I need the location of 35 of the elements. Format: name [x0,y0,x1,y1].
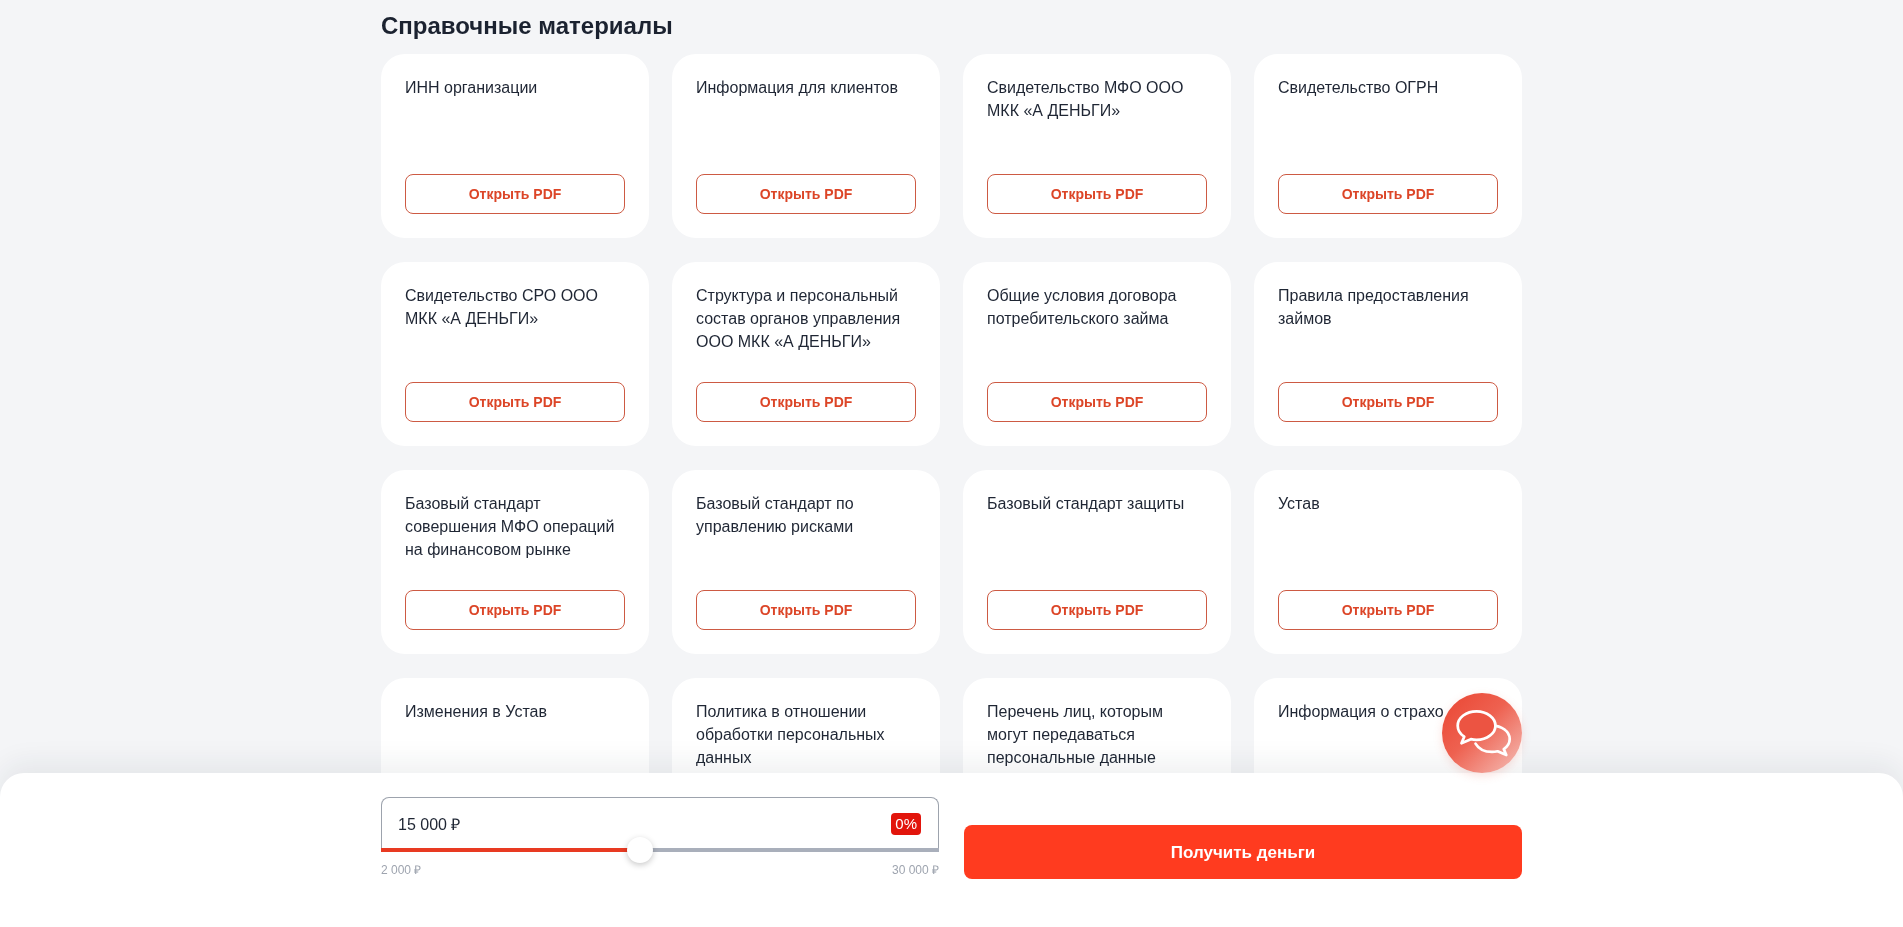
get-money-button[interactable]: Получить деньги [964,825,1522,879]
document-title: Перечень лиц, которым могут передаваться персональные данные [987,702,1164,768]
open-pdf-button[interactable]: Открыть PDF [1278,174,1498,214]
open-pdf-button[interactable]: Открыть PDF [696,382,916,422]
open-pdf-button[interactable]: Открыть PDF [696,174,916,214]
open-pdf-button[interactable]: Открыть PDF [696,590,916,630]
open-pdf-button[interactable]: Открыть PDF [405,382,625,422]
slider-thumb[interactable] [626,837,653,863]
document-title: Устав [1278,494,1320,514]
document-title: ИНН организации [405,78,538,98]
document-title: Политика в отношении обработки персональных данных [696,702,886,768]
document-title: Структура и персональный состав органов управления ООО МКК «А ДЕНЬГИ» [696,286,902,352]
document-title: Базовый стандарт совершения МФО операций на финансовом рынке [405,494,616,560]
open-pdf-button[interactable]: Открыть PDF [405,174,625,214]
open-pdf-button[interactable]: Открыть PDF [987,382,1207,422]
document-title: Свидетельство ОГРН [1278,78,1439,98]
open-pdf-button[interactable]: Открыть PDF [405,590,625,630]
document-title: Общие условия договора потребительского займа [987,286,1178,329]
document-title: Информация для клиентов [696,78,898,98]
open-pdf-button[interactable]: Открыть PDF [987,590,1207,630]
document-title: Свидетельство СРО ООО МКК «А ДЕНЬГИ» [405,286,599,329]
document-title: Базовый стандарт защиты [987,494,1185,514]
document-title: Информация о страхо [1278,702,1444,722]
max-amount-label: 30 000 ₽ [891,863,939,877]
document-title: Базовый стандарт по управлению рисками [696,494,855,537]
document-title: Изменения в Устав [405,702,547,722]
chat-bubbles-icon [1455,709,1513,757]
open-pdf-button[interactable]: Открыть PDF [987,174,1207,214]
min-amount-label: 2 000 ₽ [381,863,422,877]
document-title: Правила предоставления займов [1278,286,1470,329]
discount-badge: 0% [891,813,921,835]
section-title: Справочные материалы [381,11,673,41]
document-title: Свидетельство МФО ООО МКК «А ДЕНЬГИ» [987,78,1185,121]
open-pdf-button[interactable]: Открыть PDF [1278,382,1498,422]
open-pdf-button[interactable]: Открыть PDF [1278,590,1498,630]
